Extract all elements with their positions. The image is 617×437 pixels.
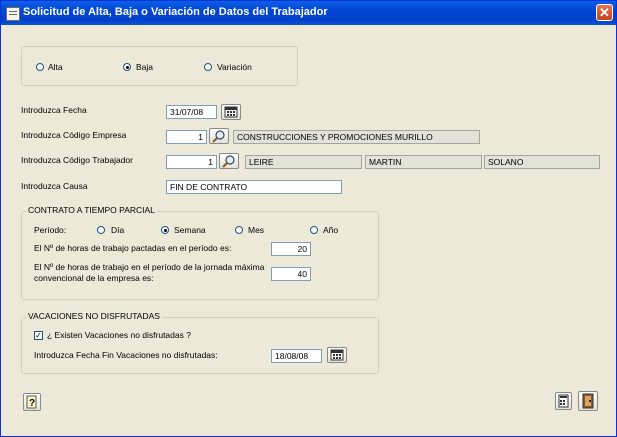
periodo-label: Período: <box>34 225 67 235</box>
help-icon: ? <box>26 395 37 409</box>
causa-label: Introduzca Causa <box>21 181 88 191</box>
exit-button[interactable] <box>578 391 598 411</box>
horas-pactadas-input[interactable]: 20 <box>271 242 311 256</box>
empresa-search-button[interactable] <box>209 128 229 144</box>
svg-text:?: ? <box>29 398 35 409</box>
window-form-icon <box>6 7 20 21</box>
radio-periodo-ano-label[interactable]: Año <box>323 225 338 235</box>
horas-jornada-label-line1: El Nº de horas de trabajo en el período … <box>34 262 265 272</box>
calendar-icon <box>330 349 344 361</box>
fecha-label: Introduzca Fecha <box>21 105 87 115</box>
radio-periodo-semana-label[interactable]: Semana <box>174 225 206 235</box>
fecha-calendar-button[interactable] <box>221 104 241 120</box>
radio-variacion[interactable] <box>204 63 212 71</box>
empresa-label: Introduzca Código Empresa <box>21 130 127 140</box>
calculator-button[interactable] <box>555 392 572 410</box>
close-button[interactable]: ✕ <box>596 4 613 21</box>
magnifier-icon <box>222 155 235 168</box>
empresa-code-input[interactable]: 1 <box>166 130 207 144</box>
radio-periodo-dia-label[interactable]: Día <box>111 225 124 235</box>
causa-input[interactable]: FIN DE CONTRATO <box>166 180 342 194</box>
magnifier-icon <box>212 130 225 143</box>
vacaciones-group <box>21 317 379 374</box>
radio-baja[interactable] <box>123 63 131 71</box>
horas-jornada-input[interactable]: 40 <box>271 267 311 281</box>
vacaciones-title: VACACIONES NO DISFRUTADAS <box>26 311 162 321</box>
calendar-icon <box>224 106 238 118</box>
fecha-fin-vacaciones-input[interactable]: 18/08/08 <box>271 349 322 363</box>
trabajador-label: Introduzca Código Trabajador <box>21 155 133 165</box>
radio-alta-label[interactable]: Alta <box>48 62 63 72</box>
radio-periodo-dia[interactable] <box>97 226 105 234</box>
trabajador-code-input[interactable]: 1 <box>166 155 217 169</box>
radio-alta[interactable] <box>36 63 44 71</box>
horas-pactadas-label: El Nº de horas de trabajo pactadas en el… <box>34 243 232 253</box>
trabajador-apellido2-field: SOLANO <box>484 155 600 169</box>
fecha-input[interactable]: 31/07/08 <box>166 105 217 119</box>
existen-vacaciones-label[interactable]: ¿ Existen Vacaciones no disfrutadas ? <box>47 330 191 340</box>
exit-door-icon <box>582 393 594 409</box>
trabajador-search-button[interactable] <box>219 153 239 169</box>
horas-jornada-label-line2: convencional de la empresa es: <box>34 273 154 283</box>
fecha-fin-calendar-button[interactable] <box>327 347 347 363</box>
empresa-name-field: CONSTRUCCIONES Y PROMOCIONES MURILLO <box>233 130 480 144</box>
calculator-icon <box>558 394 569 408</box>
radio-periodo-mes-label[interactable]: Mes <box>248 225 264 235</box>
dialog-window: Solicitud de Alta, Baja o Variación de D… <box>0 0 617 437</box>
help-button[interactable]: ? <box>23 393 41 411</box>
radio-baja-label[interactable]: Baja <box>136 62 153 72</box>
radio-periodo-mes[interactable] <box>235 226 243 234</box>
tiempo-parcial-title: CONTRATO A TIEMPO PARCIAL <box>26 205 157 215</box>
window-title: Solicitud de Alta, Baja o Variación de D… <box>23 6 328 18</box>
trabajador-nombre-field: LEIRE <box>245 155 362 169</box>
trabajador-apellido1-field: MARTIN <box>365 155 482 169</box>
radio-periodo-semana[interactable] <box>161 226 169 234</box>
radio-variacion-label[interactable]: Variación <box>217 62 252 72</box>
fecha-fin-vacaciones-label: Introduzca Fecha Fin Vacaciones no disfr… <box>34 350 218 360</box>
title-bar[interactable]: Solicitud de Alta, Baja o Variación de D… <box>1 1 616 25</box>
radio-periodo-ano[interactable] <box>310 226 318 234</box>
existen-vacaciones-checkbox[interactable]: ✓ <box>34 331 43 340</box>
